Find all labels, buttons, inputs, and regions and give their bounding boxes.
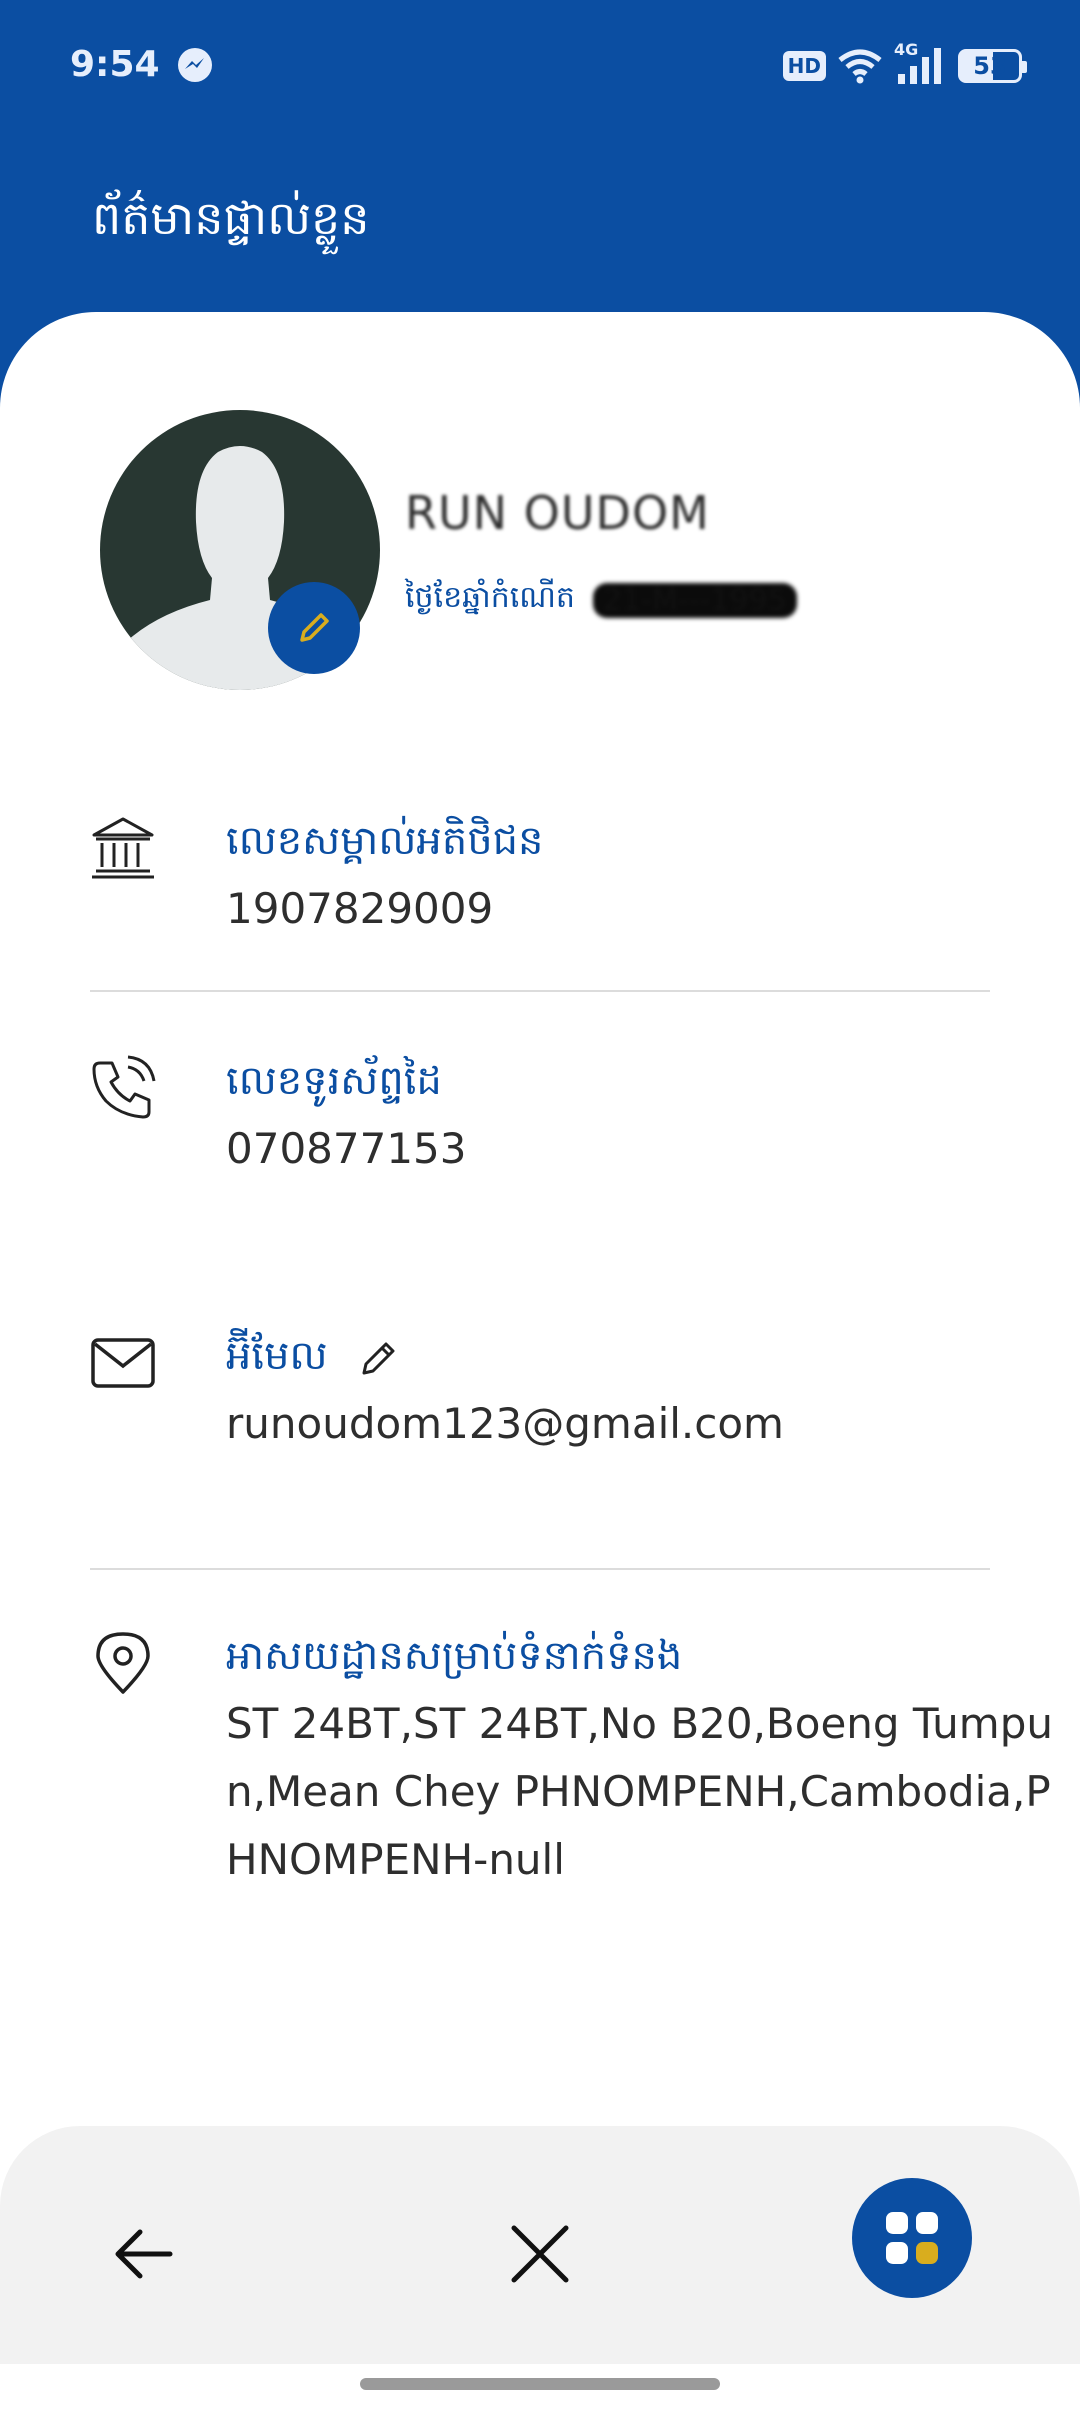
wifi-icon <box>838 49 882 84</box>
network-type: 4G <box>894 40 946 86</box>
close-button[interactable] <box>480 2194 600 2314</box>
edit-email-icon[interactable] <box>358 1337 400 1379</box>
phone-label: លេខទូរស័ព្ទដៃ <box>226 1058 442 1104</box>
customer-id-value: 1907829009 <box>226 884 494 933</box>
email-label: អ៊ីមែល <box>226 1330 400 1389</box>
address-value: ST 24BT,ST 24BT,No B20,Boeng Tumpun,Mean… <box>226 1699 1053 1884</box>
apps-menu-button[interactable] <box>852 2178 972 2298</box>
dob-row: ថ្ងៃខែឆ្នាំកំណើត 21-M---1995 <box>405 578 797 622</box>
customer-id-label: លេខសម្គាល់អតិថិជន <box>226 818 544 864</box>
messenger-icon <box>178 48 212 82</box>
email-row: អ៊ីមែល runoudom123@gmail.com <box>90 1330 990 1470</box>
dob-value: 21-M---1995 <box>592 582 797 618</box>
apps-grid-icon <box>886 2212 938 2264</box>
customer-id-row: លេខសម្គាល់អតិថិជន 1907829009 <box>90 815 990 955</box>
page-title: ព័ត៌មានផ្ទាល់ខ្លួន <box>92 191 370 245</box>
dob-label: ថ្ងៃខែឆ្នាំកំណើត <box>405 580 575 615</box>
bank-icon <box>92 817 154 879</box>
phone-icon <box>92 1055 156 1119</box>
close-icon <box>511 2225 569 2283</box>
mail-icon <box>91 1338 155 1388</box>
home-indicator[interactable] <box>360 2378 720 2390</box>
profile-name: RUN OUDOM <box>405 486 710 540</box>
status-icons: HD 4G 53 <box>782 40 1027 90</box>
back-button[interactable] <box>84 2194 204 2314</box>
location-icon <box>96 1632 150 1694</box>
arrow-left-icon <box>115 2229 173 2279</box>
status-bar: 9:54 HD 4G 53 <box>0 40 1080 92</box>
pencil-icon <box>300 613 329 642</box>
address-label: អាសយដ្ឋានសម្រាប់ទំនាក់ទំនង <box>226 1633 683 1679</box>
status-time: 9:54 <box>70 44 160 85</box>
phone-value: 070877153 <box>226 1124 467 1173</box>
phone-row: លេខទូរស័ព្ទដៃ 070877153 <box>90 1055 990 1195</box>
address-row: អាសយដ្ឋានសម្រាប់ទំនាក់ទំនង ST 24BT,ST 24… <box>90 1630 1053 1970</box>
signal-icon <box>898 48 941 84</box>
divider <box>90 990 990 992</box>
edit-photo-button[interactable] <box>268 582 360 674</box>
email-value: runoudom123@gmail.com <box>226 1399 784 1448</box>
divider <box>90 1568 990 1570</box>
hd-badge: HD <box>782 51 826 81</box>
battery-indicator: 53 <box>958 49 1027 83</box>
